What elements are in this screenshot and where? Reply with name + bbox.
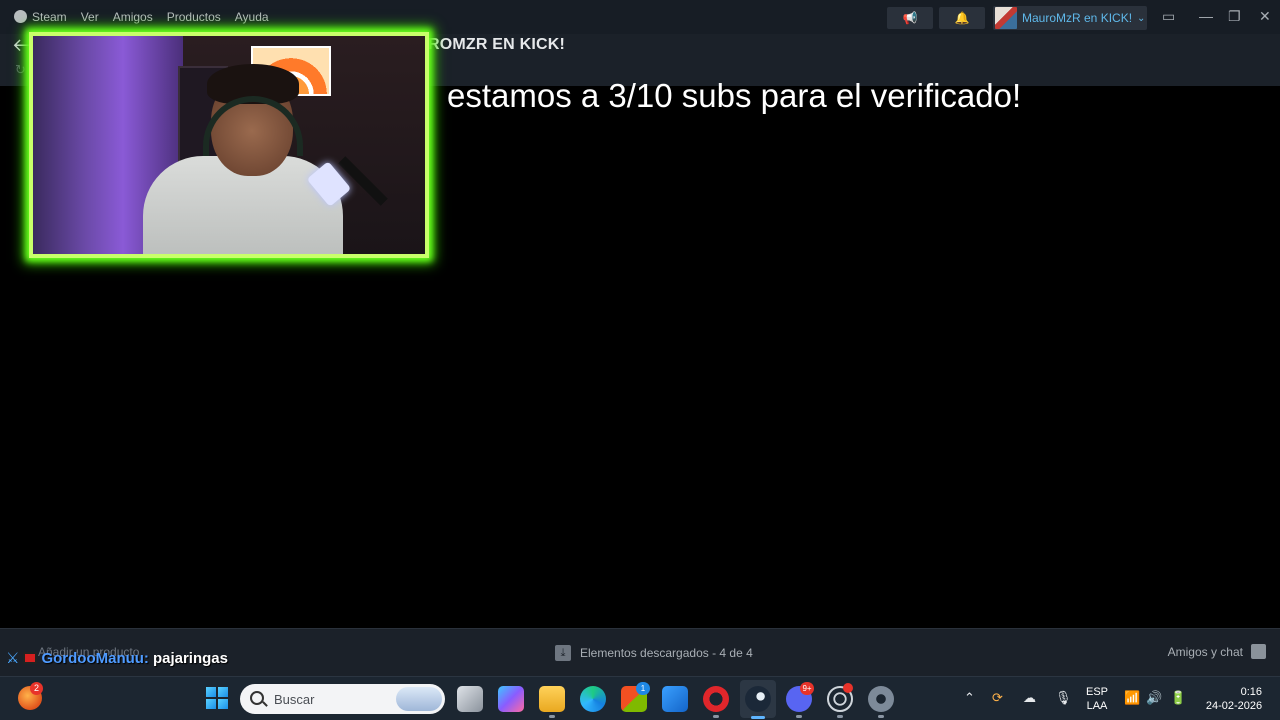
volume-icon[interactable]: 🔊 — [1146, 690, 1162, 706]
user-menu-button[interactable]: MauroMzR en KICK! ⌄ — [993, 6, 1147, 30]
announcements-button[interactable]: 📢 — [887, 7, 933, 29]
close-icon[interactable]: ✕ — [1259, 8, 1271, 25]
battery-icon[interactable]: 🔋 — [1170, 690, 1186, 706]
search-input[interactable]: Buscar — [240, 684, 445, 714]
notifications-button[interactable]: 🔔 — [939, 7, 985, 29]
minimize-icon[interactable]: — — [1199, 8, 1213, 24]
search-highlight-icon — [396, 687, 442, 711]
copilot-icon[interactable] — [498, 686, 524, 712]
microphone-icon[interactable]: 🎙 — [1055, 690, 1072, 706]
downloads-button[interactable]: ⤓ Elementos descargados - 4 de 4 — [555, 645, 753, 661]
steam-menubar: Steam Ver Amigos Productos Ayuda 📢 🔔 Mau… — [0, 0, 1280, 34]
language-code: ESP — [1085, 686, 1108, 698]
task-view-icon[interactable] — [457, 686, 483, 712]
friends-chat-label: Amigos y chat — [1167, 644, 1243, 659]
steam-icon[interactable] — [745, 686, 771, 712]
search-placeholder: Buscar — [274, 692, 315, 707]
clock-date: 24-02-2026 — [1205, 700, 1263, 712]
file-explorer-icon[interactable] — [539, 686, 565, 712]
input-language[interactable]: ESP LAA — [1084, 685, 1110, 713]
friends-icon — [1251, 644, 1266, 659]
chevron-up-icon[interactable]: ⌃ — [964, 690, 975, 706]
start-button[interactable] — [206, 687, 228, 709]
sync-icon[interactable]: ⟳ — [992, 690, 1003, 706]
discord-badge: 9+ — [800, 682, 814, 695]
layout-code: LAA — [1086, 700, 1108, 712]
stream-overlay-text: estamos a 3/10 subs para el verificado! — [447, 77, 1022, 114]
webcam-video — [33, 36, 425, 254]
sword-badge-icon: ⚔ — [6, 650, 20, 667]
cloud-icon[interactable]: ☁ — [1023, 690, 1036, 706]
refresh-icon[interactable]: ↻ — [15, 62, 26, 78]
monitor-icon[interactable]: ▭ — [1162, 8, 1175, 25]
chevron-down-icon: ⌄ — [1137, 12, 1146, 24]
edge-icon[interactable] — [580, 686, 606, 712]
friends-chat-button[interactable]: Amigos y chat — [1168, 644, 1266, 659]
tv-badge-icon — [23, 652, 38, 664]
settings-gear-icon[interactable] — [868, 686, 894, 712]
search-icon — [250, 691, 264, 705]
restore-icon[interactable]: ❐ — [1228, 8, 1241, 25]
recording-dot-icon — [843, 683, 853, 693]
menu-item-ayuda[interactable]: Ayuda — [235, 10, 269, 24]
menu-item-ver[interactable]: Ver — [81, 10, 99, 24]
download-icon: ⤓ — [555, 645, 571, 661]
chat-text: pajaringas — [152, 649, 228, 667]
menu-item-productos[interactable]: Productos — [167, 10, 221, 24]
opera-icon[interactable] — [703, 686, 729, 712]
downloads-label: Elementos descargados - 4 de 4 — [580, 646, 753, 660]
wifi-icon[interactable]: 📶 — [1124, 690, 1140, 706]
menu-item-steam[interactable]: Steam — [14, 10, 67, 24]
steam-logo-icon — [14, 10, 27, 23]
avatar — [995, 7, 1017, 29]
user-name: MauroMzR en KICK! — [1022, 11, 1133, 25]
outlook-icon[interactable] — [662, 686, 688, 712]
taskbar: 2 Buscar 1 9+ ⌃ ⟳ ☁ 🎙 ESP LAA 📶 🔊 🔋 0:16… — [0, 676, 1280, 720]
clock-time: 0:16 — [1240, 686, 1262, 698]
webcam-frame — [29, 32, 429, 258]
clock[interactable]: 0:16 24-02-2026 — [1198, 685, 1270, 713]
widget-badge: 2 — [30, 682, 43, 695]
store-badge: 1 — [636, 682, 650, 695]
megaphone-icon: 📢 — [902, 11, 918, 25]
screen: Steam Ver Amigos Productos Ayuda 📢 🔔 Mau… — [0, 0, 1280, 720]
menu-item-amigos[interactable]: Amigos — [113, 10, 153, 24]
steam-menu: Steam Ver Amigos Productos Ayuda — [14, 10, 269, 24]
chat-message: ⚔ GordooManuu: pajaringas — [6, 649, 228, 668]
chat-username: GordooManuu: — [41, 649, 149, 667]
page-title: ROMZR EN KICK! — [428, 36, 566, 53]
bell-icon: 🔔 — [954, 11, 970, 25]
